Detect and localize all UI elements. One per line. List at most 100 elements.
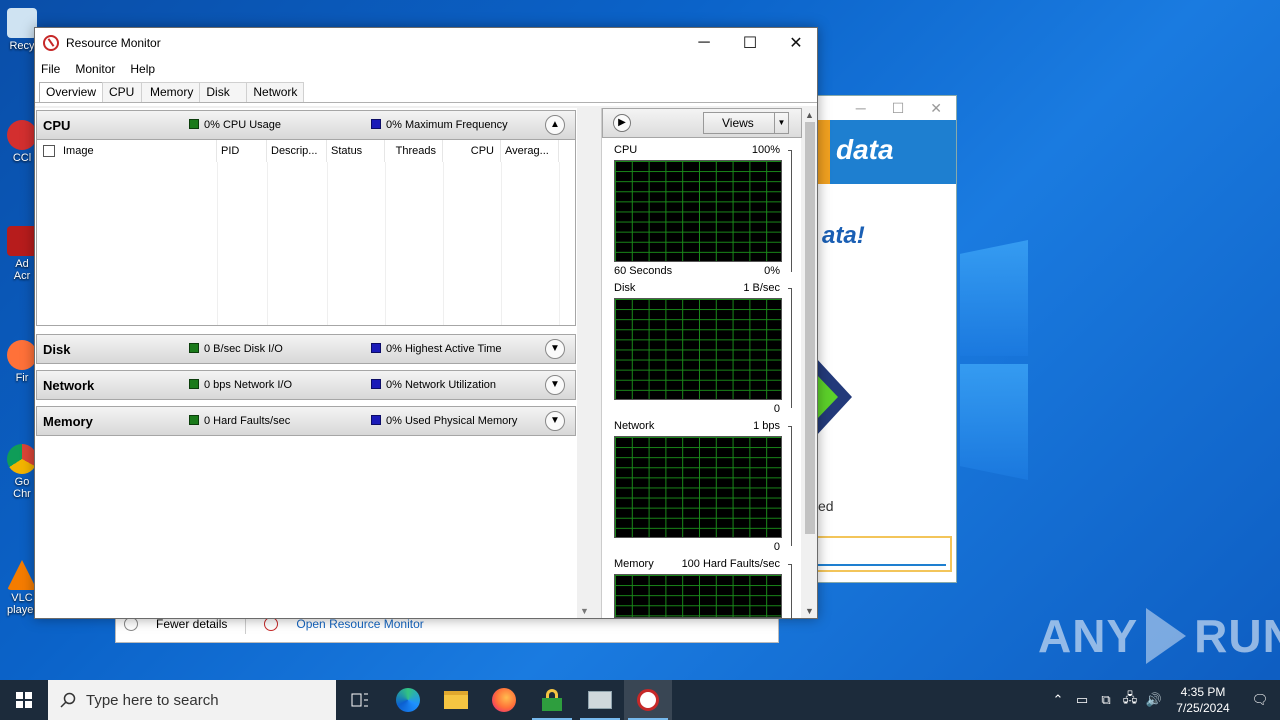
chevron-up-icon[interactable]: ⌃ [1046, 692, 1070, 708]
background-installer-window[interactable]: ─ ☐ ✕ data ata! ed [815, 95, 957, 583]
tab-disk[interactable]: Disk [199, 82, 248, 102]
network-section-header[interactable]: Network 0 bps Network I/O 0% Network Uti… [36, 370, 576, 400]
taskbar-firefox[interactable] [480, 680, 528, 720]
resource-monitor-window[interactable]: Resource Monitor ─ ☐ ✕ File Monitor Help… [34, 27, 818, 620]
memory-section-header[interactable]: Memory 0 Hard Faults/sec 0% Used Physica… [36, 406, 576, 436]
cpu-graph-title: CPU [614, 144, 638, 156]
network-sharing-icon[interactable]: ⧉ [1094, 692, 1118, 708]
scroll-down-arrow-icon[interactable]: ▼ [580, 606, 589, 616]
minimize-button[interactable]: ─ [681, 28, 727, 58]
cpu-section-header[interactable]: CPU 0% CPU Usage 0% Maximum Frequency ▲ [36, 110, 576, 140]
green-legend-square [189, 343, 199, 353]
maximize-button[interactable]: ☐ [727, 28, 773, 58]
chevron-down-icon[interactable]: ▼ [545, 339, 565, 359]
chevron-up-icon[interactable] [124, 617, 138, 631]
network-graph [614, 436, 782, 538]
overview-content: CPU 0% CPU Usage 0% Maximum Frequency ▲ … [35, 106, 817, 620]
right-scrollbar[interactable]: ▲ ▼ [803, 108, 817, 618]
dropdown-arrow-icon[interactable]: ▼ [774, 113, 788, 133]
firefox-icon [7, 340, 37, 370]
installer-progress-box [816, 536, 952, 572]
blue-legend-square [371, 119, 381, 129]
system-tray: ⌃ ▭ ⧉ 🖧 🔊 4:35 PM 7/25/2024 🗨 [1046, 680, 1280, 720]
menu-file[interactable]: File [41, 62, 60, 76]
start-button[interactable] [0, 680, 48, 720]
tab-cpu[interactable]: CPU [102, 82, 143, 102]
taskbar-resource-monitor[interactable] [624, 680, 672, 720]
tab-network[interactable]: Network [246, 82, 305, 102]
desktop-icon-label: VLC player [7, 592, 37, 616]
chevron-down-icon[interactable]: ▼ [545, 375, 565, 395]
chevron-right-icon[interactable]: ▶ [613, 114, 631, 132]
column-image[interactable]: Image [37, 140, 217, 162]
blue-legend-square [371, 379, 381, 389]
graphs-header: ▶ Views ▼ [602, 108, 802, 138]
chrome-icon [7, 444, 37, 474]
menu-monitor[interactable]: Monitor [75, 62, 115, 76]
task-view-icon [351, 693, 368, 707]
left-scrollbar[interactable]: ▼ [577, 108, 593, 618]
close-icon[interactable]: ✕ [930, 100, 942, 117]
scroll-down-arrow-icon[interactable]: ▼ [805, 606, 814, 616]
volume-icon[interactable]: 🔊 [1142, 692, 1166, 708]
fewer-details-link[interactable]: Fewer details [156, 617, 227, 631]
column-cpu[interactable]: CPU [443, 140, 501, 162]
edge-icon [396, 688, 420, 712]
minimize-icon[interactable]: ─ [856, 100, 866, 116]
views-dropdown[interactable]: Views ▼ [703, 112, 789, 134]
green-legend-square [189, 119, 199, 129]
scrollbar-thumb[interactable] [805, 122, 815, 534]
notification-icon[interactable]: 🗨 [1240, 692, 1280, 708]
blue-legend-square [371, 343, 381, 353]
taskbar-network-app[interactable] [576, 680, 624, 720]
window-title: Resource Monitor [66, 36, 161, 50]
chevron-up-icon[interactable]: ▲ [545, 115, 565, 135]
resource-monitor-icon [43, 35, 59, 51]
taskbar-file-explorer[interactable] [432, 680, 480, 720]
windows-logo-wallpaper [960, 240, 1030, 480]
network-io-text: 0 bps Network I/O [204, 379, 293, 391]
sections-pane: CPU 0% CPU Usage 0% Maximum Frequency ▲ … [35, 108, 577, 618]
desktop-icon-label: CCl [12, 152, 32, 164]
installer-status: ed [818, 498, 834, 514]
column-average[interactable]: Averag... [501, 140, 559, 162]
close-button[interactable]: ✕ [773, 28, 819, 58]
taskbar-edge[interactable] [384, 680, 432, 720]
blue-legend-square [371, 415, 381, 425]
network-app-icon [588, 691, 612, 709]
file-explorer-icon [444, 691, 468, 709]
title-bar[interactable]: Resource Monitor ─ ☐ ✕ [35, 28, 817, 58]
disk-graph-max: 1 B/sec [743, 282, 780, 294]
taskbar-lock-app[interactable] [528, 680, 576, 720]
clock[interactable]: 4:35 PM 7/25/2024 [1166, 684, 1240, 716]
network-icon[interactable]: 🖧 [1118, 689, 1142, 711]
maximize-icon[interactable]: ☐ [892, 100, 905, 117]
tab-memory[interactable]: Memory [141, 82, 201, 102]
cpu-graph [614, 160, 782, 262]
column-status[interactable]: Status [327, 140, 385, 162]
menu-help[interactable]: Help [130, 62, 155, 76]
disk-section-header[interactable]: Disk 0 B/sec Disk I/O 0% Highest Active … [36, 334, 576, 364]
task-view-button[interactable] [336, 680, 384, 720]
open-resource-monitor-link[interactable]: Open Resource Monitor [296, 617, 423, 631]
scroll-up-arrow-icon[interactable]: ▲ [805, 110, 814, 120]
graphs-pane: ▶ Views ▼ CPU 100% 60 Seconds 0% Disk 1 … [601, 108, 802, 620]
network-graph-max: 1 bps [753, 420, 780, 432]
column-threads[interactable]: Threads [385, 140, 443, 162]
section-title: Network [43, 378, 95, 393]
menu-bar: File Monitor Help [35, 58, 817, 80]
views-label: Views [722, 116, 754, 130]
memory-graph-title: Memory [614, 558, 654, 570]
memory-graph-max: 100 Hard Faults/sec [681, 558, 780, 570]
disk-io-text: 0 B/sec Disk I/O [204, 343, 283, 355]
installer-brand: data [836, 134, 894, 165]
tab-overview[interactable]: Overview [39, 82, 104, 103]
clock-date: 7/25/2024 [1176, 701, 1230, 715]
tablet-icon[interactable]: ▭ [1070, 692, 1094, 708]
column-description[interactable]: Descrip... [267, 140, 327, 162]
column-pid[interactable]: PID [217, 140, 267, 162]
taskbar-search-box[interactable]: Type here to search [48, 680, 336, 720]
chevron-down-icon[interactable]: ▼ [545, 411, 565, 431]
windows-start-icon [16, 692, 32, 708]
select-all-checkbox[interactable] [43, 145, 55, 158]
